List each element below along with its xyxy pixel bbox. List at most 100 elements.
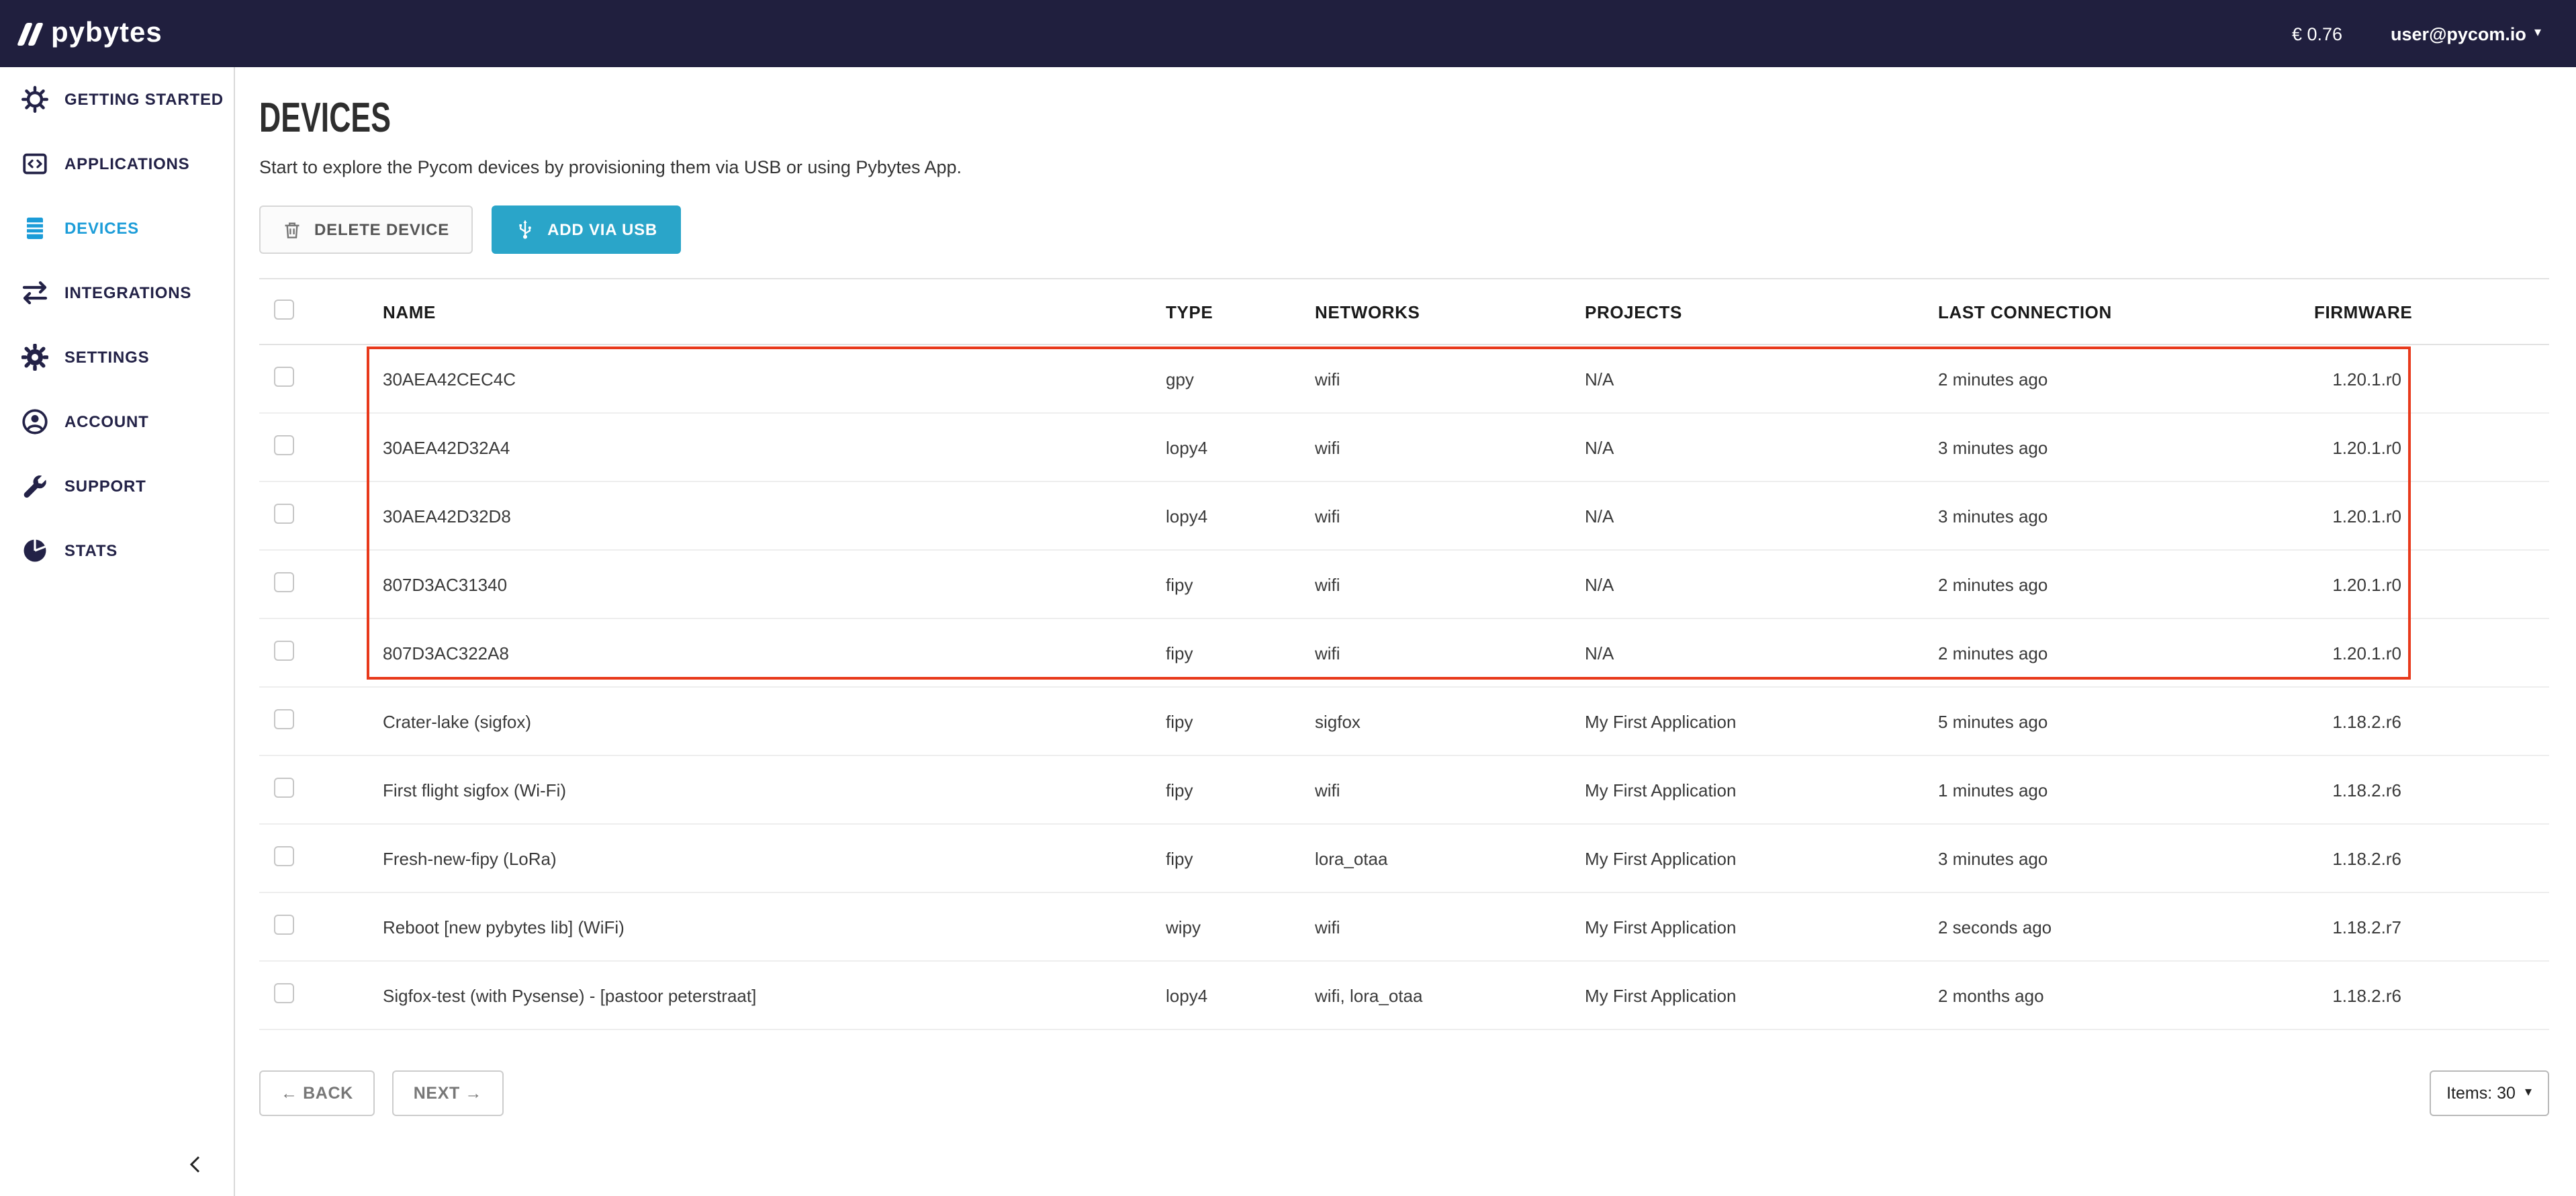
row-checkbox-cell bbox=[259, 572, 383, 596]
device-projects: N/A bbox=[1585, 437, 1938, 457]
device-type: lopy4 bbox=[1166, 506, 1315, 526]
row-checkbox[interactable] bbox=[274, 915, 294, 935]
row-checkbox[interactable] bbox=[274, 435, 294, 455]
sidebar-item-stats[interactable]: STATS bbox=[0, 518, 234, 583]
row-checkbox-cell bbox=[259, 709, 383, 733]
row-checkbox[interactable] bbox=[274, 983, 294, 1003]
sidebar-nav: GETTING STARTED APPLICATIONS DEVICES INTEGR… bbox=[0, 67, 234, 583]
device-name: 30AEA42D32A4 bbox=[383, 437, 1166, 457]
sidebar-item-devices[interactable]: DEVICES bbox=[0, 196, 234, 261]
column-header-name[interactable]: NAME bbox=[383, 302, 1166, 322]
sidebar-item-integrations[interactable]: INTEGRATIONS bbox=[0, 261, 234, 325]
table-row[interactable]: 30AEA42CEC4CgpywifiN/A2 minutes ago1.20.… bbox=[259, 345, 2549, 414]
chevron-down-icon: ▾ bbox=[2525, 1087, 2532, 1100]
column-header-type[interactable]: TYPE bbox=[1166, 302, 1315, 322]
applications-window-icon bbox=[21, 150, 48, 177]
device-last-connection: 2 minutes ago bbox=[1938, 574, 2314, 594]
pie-chart-icon bbox=[21, 537, 48, 564]
sidebar-item-label: APPLICATIONS bbox=[64, 154, 190, 173]
pybytes-logo-icon bbox=[21, 22, 39, 45]
items-per-page-select[interactable]: Items: 30 ▾ bbox=[2429, 1070, 2549, 1116]
device-projects: N/A bbox=[1585, 643, 1938, 663]
device-name: 30AEA42D32D8 bbox=[383, 506, 1166, 526]
column-header-last-connection[interactable]: LAST CONNECTION bbox=[1938, 302, 2314, 322]
device-firmware: 1.20.1.r0 bbox=[2314, 506, 2549, 526]
sidebar-item-support[interactable]: SUPPORT bbox=[0, 454, 234, 518]
device-projects: My First Application bbox=[1585, 780, 1938, 800]
device-name: 807D3AC322A8 bbox=[383, 643, 1166, 663]
table-row[interactable]: 30AEA42D32A4lopy4wifiN/A3 minutes ago1.2… bbox=[259, 414, 2549, 482]
back-button[interactable]: ← BACK bbox=[259, 1070, 375, 1116]
row-checkbox-cell bbox=[259, 435, 383, 459]
table-body: 30AEA42CEC4CgpywifiN/A2 minutes ago1.20.… bbox=[259, 345, 2549, 1030]
device-projects: My First Application bbox=[1585, 917, 1938, 937]
device-firmware: 1.18.2.r6 bbox=[2314, 780, 2549, 800]
sidebar-item-label: ACCOUNT bbox=[64, 412, 149, 431]
device-projects: My First Application bbox=[1585, 985, 1938, 1005]
device-networks: lora_otaa bbox=[1315, 848, 1585, 868]
page-subtitle: Start to explore the Pycom devices by pr… bbox=[259, 156, 2549, 179]
device-projects: My First Application bbox=[1585, 848, 1938, 868]
next-button[interactable]: NEXT → bbox=[392, 1070, 504, 1116]
wrench-icon bbox=[21, 473, 48, 500]
device-name: Fresh-new-fipy (LoRa) bbox=[383, 848, 1166, 868]
delete-device-button[interactable]: DELETE DEVICE bbox=[259, 205, 472, 254]
topbar: pybytes € 0.76 user@pycom.io ▾ bbox=[0, 0, 2576, 67]
row-checkbox[interactable] bbox=[274, 641, 294, 661]
table-row[interactable]: 807D3AC322A8fipywifiN/A2 minutes ago1.20… bbox=[259, 619, 2549, 688]
row-checkbox[interactable] bbox=[274, 709, 294, 729]
row-checkbox[interactable] bbox=[274, 846, 294, 866]
user-menu[interactable]: user@pycom.io ▾ bbox=[2391, 24, 2541, 44]
row-checkbox[interactable] bbox=[274, 367, 294, 387]
account-balance: € 0.76 bbox=[2292, 24, 2342, 44]
sidebar-item-label: SUPPORT bbox=[64, 477, 146, 496]
device-networks: wifi, lora_otaa bbox=[1315, 985, 1585, 1005]
table-row[interactable]: 807D3AC31340fipywifiN/A2 minutes ago1.20… bbox=[259, 551, 2549, 619]
gear-icon bbox=[21, 344, 48, 371]
row-checkbox[interactable] bbox=[274, 572, 294, 592]
select-all-checkbox[interactable] bbox=[274, 300, 294, 320]
brand[interactable]: pybytes bbox=[21, 17, 163, 50]
table-row[interactable]: Fresh-new-fipy (LoRa)fipylora_otaaMy Fir… bbox=[259, 825, 2549, 893]
page-title: DEVICES bbox=[259, 94, 1908, 142]
sidebar-item-label: DEVICES bbox=[64, 219, 139, 238]
pagination: ← BACK NEXT → Items: 30 ▾ bbox=[259, 1070, 2549, 1116]
device-name: 30AEA42CEC4C bbox=[383, 369, 1166, 389]
device-last-connection: 3 minutes ago bbox=[1938, 506, 2314, 526]
row-checkbox[interactable] bbox=[274, 778, 294, 798]
add-via-usb-button[interactable]: ADD VIA USB bbox=[491, 205, 680, 254]
sidebar-item-getting-started[interactable]: GETTING STARTED bbox=[0, 67, 234, 132]
device-type: fipy bbox=[1166, 574, 1315, 594]
user-email: user@pycom.io bbox=[2391, 24, 2526, 44]
device-networks: wifi bbox=[1315, 917, 1585, 937]
topbar-right: € 0.76 user@pycom.io ▾ bbox=[2292, 24, 2541, 44]
trash-icon bbox=[282, 220, 302, 240]
column-header-networks[interactable]: NETWORKS bbox=[1315, 302, 1585, 322]
device-name: First flight sigfox (Wi-Fi) bbox=[383, 780, 1166, 800]
table-row[interactable]: Sigfox-test (with Pysense) - [pastoor pe… bbox=[259, 962, 2549, 1030]
table-row[interactable]: Reboot [new pybytes lib] (WiFi)wipywifiM… bbox=[259, 893, 2549, 962]
sidebar-item-applications[interactable]: APPLICATIONS bbox=[0, 132, 234, 196]
sidebar-item-settings[interactable]: SETTINGS bbox=[0, 325, 234, 389]
transfer-arrows-icon bbox=[21, 279, 48, 306]
usb-icon bbox=[514, 219, 535, 240]
column-header-projects[interactable]: PROJECTS bbox=[1585, 302, 1938, 322]
device-name: 807D3AC31340 bbox=[383, 574, 1166, 594]
row-checkbox[interactable] bbox=[274, 504, 294, 524]
sidebar-item-account[interactable]: ACCOUNT bbox=[0, 389, 234, 454]
device-type: lopy4 bbox=[1166, 985, 1315, 1005]
sidebar-collapse-button[interactable] bbox=[185, 1153, 212, 1180]
chevron-left-icon bbox=[185, 1153, 207, 1175]
device-last-connection: 2 minutes ago bbox=[1938, 369, 2314, 389]
table-row[interactable]: First flight sigfox (Wi-Fi)fipywifiMy Fi… bbox=[259, 756, 2549, 825]
select-all-cell bbox=[259, 300, 383, 324]
table-row[interactable]: Crater-lake (sigfox)fipysigfoxMy First A… bbox=[259, 688, 2549, 756]
button-label: ADD VIA USB bbox=[547, 220, 657, 239]
user-icon bbox=[21, 408, 48, 435]
column-header-firmware[interactable]: FIRMWARE bbox=[2314, 302, 2549, 322]
device-name: Crater-lake (sigfox) bbox=[383, 711, 1166, 731]
device-type: wipy bbox=[1166, 917, 1315, 937]
sidebar: GETTING STARTED APPLICATIONS DEVICES INTEGR… bbox=[0, 67, 235, 1196]
device-firmware: 1.18.2.r6 bbox=[2314, 848, 2549, 868]
table-row[interactable]: 30AEA42D32D8lopy4wifiN/A3 minutes ago1.2… bbox=[259, 482, 2549, 551]
